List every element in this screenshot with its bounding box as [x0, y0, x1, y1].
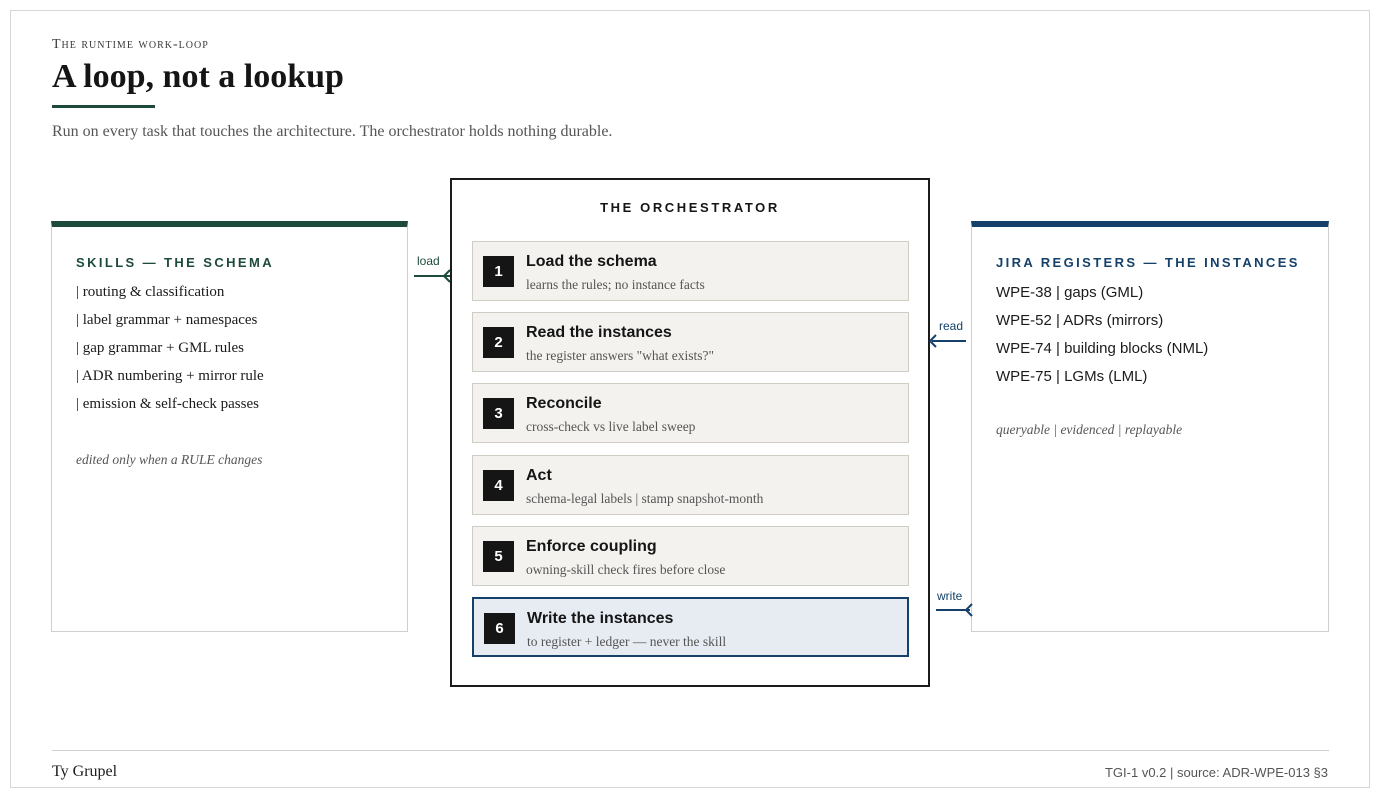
title-underline: [52, 105, 155, 108]
orchestrator-heading: THE ORCHESTRATOR: [600, 200, 780, 215]
step-reconcile: 3 Reconcile cross-check vs live label sw…: [472, 383, 909, 443]
step-number: 5: [483, 541, 514, 572]
registers-note: queryable | evidenced | replayable: [996, 422, 1183, 437]
footer-author: Ty Grupel: [52, 763, 118, 780]
skill-item: | gap grammar + GML rules: [76, 340, 244, 356]
step-load-schema: 1 Load the schema learns the rules; no i…: [472, 241, 909, 301]
skill-item: | routing & classification: [76, 284, 225, 300]
registers-panel: JIRA REGISTERS — THE INSTANCES WPE-38 | …: [971, 221, 1329, 632]
step-subtitle: to register + ledger — never the skill: [527, 634, 727, 649]
step-title: Write the instances: [527, 610, 674, 627]
skills-list: | routing & classification | label gramm…: [76, 284, 264, 424]
step-number: 2: [483, 327, 514, 358]
write-connector: [936, 603, 973, 617]
orchestrator-box: THE ORCHESTRATOR 1 Load the schema learn…: [450, 178, 930, 687]
register-item: WPE-38 | gaps (GML): [996, 284, 1144, 301]
step-write-instances: 6 Write the instances to register + ledg…: [472, 597, 909, 657]
skill-item: | emission & self-check passes: [76, 396, 259, 412]
register-item: WPE-52 | ADRs (mirrors): [996, 312, 1164, 329]
step-subtitle: cross-check vs live label sweep: [526, 419, 696, 434]
step-title: Read the instances: [526, 324, 672, 341]
read-connector: [928, 334, 966, 348]
step-title: Enforce coupling: [526, 538, 657, 555]
registers-heading: JIRA REGISTERS — THE INSTANCES: [996, 255, 1300, 270]
step-read-instances: 2 Read the instances the register answer…: [472, 312, 909, 372]
step-number: 3: [483, 398, 514, 429]
step-number: 6: [484, 613, 515, 644]
register-item: WPE-74 | building blocks (NML): [996, 340, 1209, 357]
skill-item: | label grammar + namespaces: [76, 312, 258, 328]
skills-heading: SKILLS — THE SCHEMA: [76, 255, 274, 270]
footer-divider: [52, 750, 1329, 751]
skills-note: edited only when a RULE changes: [76, 452, 263, 467]
read-label: read: [939, 319, 964, 333]
footer-source: TGI-1 v0.2 | source: ADR-WPE-013 §3: [1104, 765, 1328, 780]
skill-item: | ADR numbering + mirror rule: [76, 368, 264, 384]
step-subtitle: learns the rules; no instance facts: [526, 277, 705, 292]
step-title: Reconcile: [526, 395, 602, 412]
step-title: Load the schema: [526, 253, 657, 270]
load-connector: [414, 269, 451, 283]
step-number: 4: [483, 470, 514, 501]
step-title: Act: [526, 467, 552, 484]
step-subtitle: schema-legal labels | stamp snapshot-mon…: [526, 491, 764, 506]
step-number: 1: [483, 256, 514, 287]
step-subtitle: the register answers "what exists?": [526, 348, 714, 363]
write-label: write: [937, 589, 963, 603]
registers-list: WPE-38 | gaps (GML) WPE-52 | ADRs (mirro…: [996, 284, 1208, 396]
load-label: load: [417, 254, 440, 268]
step-subtitle: owning-skill check fires before close: [526, 562, 726, 577]
page-title: A loop, not a lookup: [52, 58, 344, 95]
page-subtitle: Run on every task that touches the archi…: [52, 123, 613, 140]
step-enforce-coupling: 5 Enforce coupling owning-skill check fi…: [472, 526, 909, 586]
eyebrow: The runtime work-loop: [52, 37, 209, 52]
skills-panel: SKILLS — THE SCHEMA | routing & classifi…: [51, 221, 408, 632]
register-item: WPE-75 | LGMs (LML): [996, 368, 1148, 385]
step-act: 4 Act schema-legal labels | stamp snapsh…: [472, 455, 909, 515]
